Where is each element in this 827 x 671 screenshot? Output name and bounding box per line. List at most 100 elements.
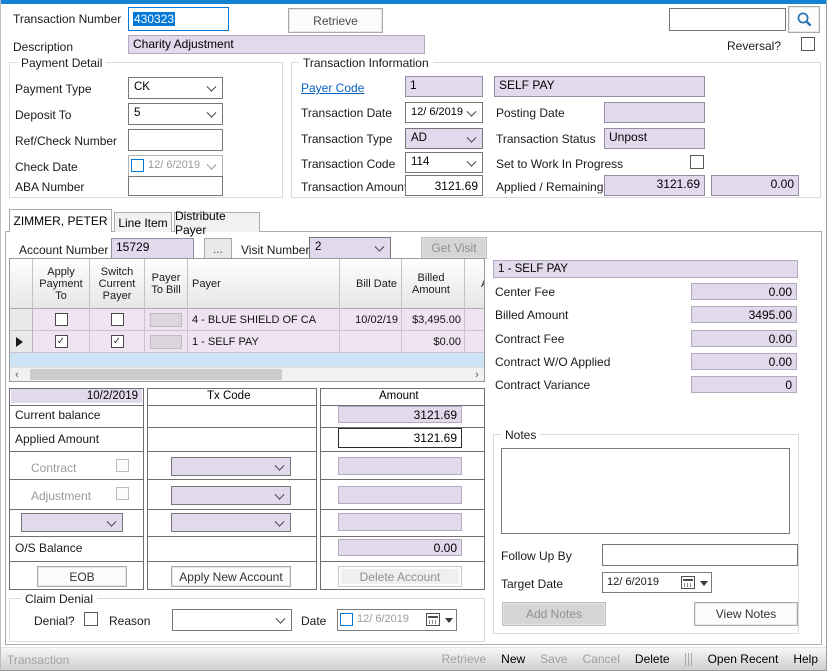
search-button[interactable] bbox=[788, 6, 820, 33]
tab-distribute-payer[interactable]: Distribute Payer bbox=[174, 209, 260, 237]
statusbar-new[interactable]: New bbox=[501, 652, 525, 666]
visit-number-dropdown[interactable]: 2 bbox=[309, 237, 391, 259]
apply-new-account-button[interactable]: Apply New Account bbox=[171, 566, 291, 587]
transaction-amount-input[interactable] bbox=[405, 175, 483, 196]
scroll-left-icon[interactable]: ‹ bbox=[10, 368, 24, 381]
center-fee-label: Center Fee bbox=[495, 285, 556, 299]
add-notes-button[interactable]: Add Notes bbox=[502, 602, 606, 626]
payment-type-dropdown[interactable]: CK bbox=[128, 77, 223, 99]
applied-amount-input[interactable] bbox=[338, 428, 462, 448]
account-number-label: Account Number bbox=[19, 243, 109, 257]
applied-amount-value: 3121.69 bbox=[604, 175, 705, 196]
col-billed-amount: Billed Amount bbox=[402, 259, 465, 309]
payment-detail-title: Payment Detail bbox=[17, 56, 107, 70]
denial-reason-dropdown[interactable] bbox=[172, 609, 292, 631]
transaction-code-value: 114 bbox=[411, 156, 430, 168]
scrollbar-thumb[interactable] bbox=[30, 369, 282, 380]
contract-checkbox[interactable] bbox=[116, 459, 129, 472]
statusbar-retrieve[interactable]: Retrieve bbox=[441, 652, 486, 666]
transaction-type-dropdown[interactable]: AD bbox=[405, 128, 483, 149]
amount-header: Amount bbox=[379, 390, 419, 402]
view-notes-button[interactable]: View Notes bbox=[694, 602, 798, 626]
payer-cell: 4 - BLUE SHIELD OF CA bbox=[188, 309, 340, 331]
row-selector-cell bbox=[10, 309, 33, 331]
follow-up-by-input[interactable] bbox=[602, 544, 798, 566]
tab-patient[interactable]: ZIMMER, PETER bbox=[9, 209, 112, 232]
notes-textarea[interactable] bbox=[501, 448, 790, 534]
statusbar-help[interactable]: Help bbox=[793, 652, 818, 666]
check-date-picker[interactable]: 12/ 6/2019 bbox=[128, 155, 223, 177]
current-balance-label: Current balance bbox=[15, 408, 101, 422]
denial-date-checkbox[interactable] bbox=[340, 613, 353, 626]
billed-amount-cell: $3,495.00 bbox=[402, 309, 465, 331]
reversal-label: Reversal? bbox=[727, 39, 782, 53]
contract-label: Contract bbox=[31, 461, 77, 475]
apply-payment-checkbox[interactable] bbox=[54, 313, 68, 326]
transaction-code-dropdown[interactable]: 114 bbox=[405, 152, 483, 173]
delete-account-button[interactable]: Delete Account bbox=[338, 566, 462, 587]
transaction-date-dropdown[interactable]: 12/ 6/2019 bbox=[405, 102, 483, 123]
os-balance-value: 0.00 bbox=[338, 539, 462, 556]
account-browse-button[interactable]: ... bbox=[204, 238, 232, 259]
check-date-value: 12/ 6/2019 bbox=[148, 159, 200, 171]
extra-type-dropdown[interactable] bbox=[21, 513, 123, 532]
eob-button[interactable]: EOB bbox=[37, 566, 127, 587]
switch-payer-checkbox[interactable] bbox=[110, 313, 124, 326]
deposit-to-label: Deposit To bbox=[15, 108, 72, 122]
contract-wo-applied-label: Contract W/O Applied bbox=[495, 355, 611, 369]
statusbar-open-recent[interactable]: Open Recent bbox=[708, 652, 779, 666]
denial-checkbox[interactable] bbox=[84, 612, 98, 626]
adjustment-checkbox[interactable] bbox=[116, 487, 129, 500]
check-date-label: Check Date bbox=[15, 160, 78, 174]
denial-date-picker[interactable]: 12/ 6/2019 bbox=[337, 609, 457, 631]
apply-payment-checkbox[interactable]: ✓ bbox=[54, 335, 68, 348]
switch-payer-checkbox[interactable]: ✓ bbox=[110, 335, 124, 348]
statusbar-separator bbox=[684, 652, 693, 666]
chevron-down-icon bbox=[466, 132, 477, 143]
denial-date-label: Date bbox=[301, 614, 327, 628]
row-selector-header bbox=[10, 259, 33, 309]
contract-txcode-dropdown[interactable] bbox=[171, 457, 291, 476]
contract-wo-applied-value: 0.00 bbox=[691, 353, 797, 370]
payer-grid[interactable]: Apply Payment To Switch Current Payer Pa… bbox=[9, 258, 485, 382]
statusbar-save[interactable]: Save bbox=[540, 652, 567, 666]
contract-amount-field bbox=[338, 457, 462, 475]
aba-number-input[interactable] bbox=[128, 176, 223, 196]
adjustment-txcode-dropdown[interactable] bbox=[171, 486, 291, 505]
chevron-down-icon bbox=[466, 106, 477, 117]
col-bill-date: Bill Date bbox=[340, 259, 402, 309]
calendar-icon bbox=[426, 613, 440, 626]
statusbar-delete[interactable]: Delete bbox=[635, 652, 670, 666]
target-date-picker[interactable]: 12/ 6/2019 bbox=[602, 572, 712, 593]
chevron-down-icon bbox=[274, 489, 285, 500]
payer-code-link[interactable]: Payer Code bbox=[301, 81, 364, 95]
retrieve-button[interactable]: Retrieve bbox=[288, 8, 383, 33]
work-in-progress-checkbox[interactable] bbox=[690, 155, 704, 169]
col-payer: Payer bbox=[188, 259, 340, 309]
deposit-to-dropdown[interactable]: 5 bbox=[128, 103, 223, 125]
billed-amount-cell: $0.00 bbox=[402, 331, 465, 353]
payment-type-value: CK bbox=[134, 81, 150, 93]
check-date-checkbox[interactable] bbox=[131, 159, 144, 172]
col-payer-to-bill: Payer To Bill bbox=[145, 259, 188, 309]
payer-to-bill-cell bbox=[150, 312, 182, 327]
extra-txcode-dropdown[interactable] bbox=[171, 513, 291, 532]
tab-line-item[interactable]: Line Item bbox=[114, 212, 172, 232]
ref-check-number-input[interactable] bbox=[128, 129, 223, 151]
search-input[interactable] bbox=[669, 8, 786, 31]
contract-fee-label: Contract Fee bbox=[495, 332, 565, 346]
statusbar-cancel[interactable]: Cancel bbox=[583, 652, 620, 666]
horizontal-scrollbar[interactable]: ‹ › bbox=[10, 367, 484, 381]
scroll-right-icon[interactable]: › bbox=[470, 368, 484, 381]
transaction-status-label: Transaction Status bbox=[496, 132, 596, 146]
transaction-number-input[interactable]: 430323 bbox=[128, 7, 229, 31]
remaining-amount-value: 0.00 bbox=[711, 175, 799, 196]
payer-row-self-pay[interactable]: ✓ ✓ 1 - SELF PAY $0.00 bbox=[10, 331, 484, 353]
partial-cell bbox=[465, 331, 484, 353]
dropdown-arrow-icon bbox=[445, 618, 453, 623]
payer-row-blue-shield[interactable]: 4 - BLUE SHIELD OF CA 10/02/19 $3,495.00 bbox=[10, 309, 484, 331]
get-visit-button[interactable]: Get Visit bbox=[421, 237, 487, 259]
reversal-checkbox[interactable] bbox=[801, 37, 815, 51]
aba-number-label: ABA Number bbox=[15, 180, 85, 194]
visit-number-value: 2 bbox=[315, 241, 322, 253]
